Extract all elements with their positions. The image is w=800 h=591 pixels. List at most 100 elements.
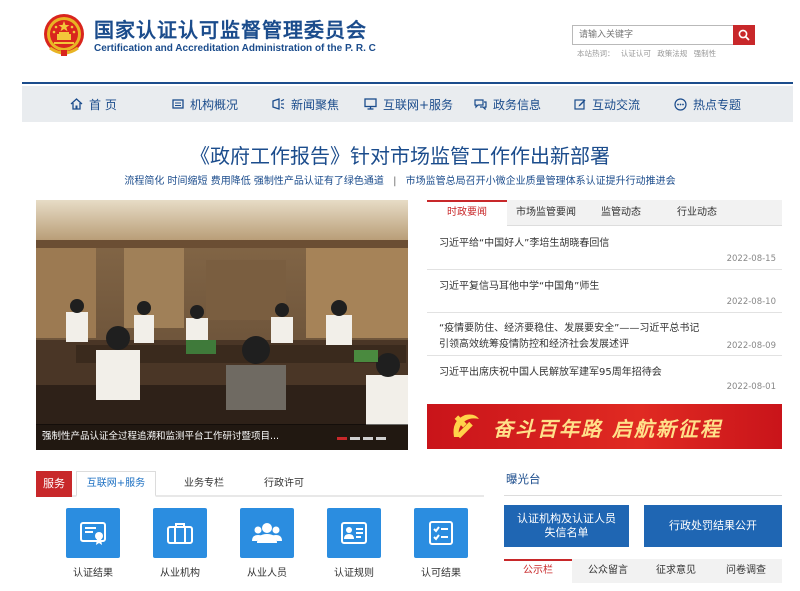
nav-item-label: 互动交流 xyxy=(592,97,641,112)
button-label-line1: 认证机构及认证人员 xyxy=(517,511,616,525)
tab-market-regulation[interactable]: 市场监管要闻 xyxy=(507,200,585,226)
monitor-icon xyxy=(364,98,377,110)
search-box xyxy=(572,25,755,45)
nav-item-label: 互联网+服务 xyxy=(383,97,454,112)
nav-item-news[interactable]: 新闻聚焦 xyxy=(272,86,339,122)
certificate-icon xyxy=(80,522,106,545)
news-list-item[interactable]: 习近平给“中国好人”李培生胡晓春回信 2022-08-15 xyxy=(427,227,782,270)
headline-link[interactable]: 《政府工作报告》针对市场监管工作作出新部署 xyxy=(0,140,800,169)
hot-words: 本站热词： 认证认可 政策法规 强制性 xyxy=(577,48,716,59)
penalty-disclosure-button[interactable]: 行政处罚结果公开 xyxy=(644,505,782,547)
service-certification-results[interactable] xyxy=(66,508,120,558)
nav-item-label: 机构概况 xyxy=(190,97,239,112)
checklist-icon xyxy=(429,521,453,545)
news-list-item[interactable]: “疫情要防住、经济要稳住、发展要安全”——习近平总书记 引领高效统筹疫情防控和经… xyxy=(427,313,782,356)
banner-text: 奋斗百年路 启航新征程 xyxy=(493,417,722,441)
nav-item-label: 热点专题 xyxy=(693,97,742,112)
service-label[interactable]: 从业机构 xyxy=(140,564,220,579)
tab-business-column[interactable]: 业务专栏 xyxy=(164,471,244,497)
party-banner[interactable]: 奋斗百年路 启航新征程 xyxy=(427,404,782,449)
sub-headline-link[interactable]: 市场监管总局召开小微企业质量管理体系认证提升行动推进会 xyxy=(406,176,676,187)
news-title[interactable]: 习近平复信马耳他中学“中国角”师生 xyxy=(439,277,599,292)
nav-item-interaction[interactable]: 互动交流 xyxy=(574,86,640,122)
hot-word-link[interactable]: 认证认可 xyxy=(621,49,651,58)
site-title-english: Certification and Accreditation Administ… xyxy=(94,43,376,54)
search-button[interactable] xyxy=(733,25,755,45)
nav-item-organization[interactable]: 机构概况 xyxy=(172,86,238,122)
news-panel: 时政要闻 市场监管要闻 监管动态 行业动态 习近平给“中国好人”李培生胡晓春回信… xyxy=(427,200,782,396)
service-practitioners[interactable] xyxy=(240,508,294,558)
news-list-item[interactable]: 习近平复信马耳他中学“中国角”师生 2022-08-10 xyxy=(427,270,782,313)
hot-word-link[interactable]: 政策法规 xyxy=(657,49,687,58)
carousel-dot[interactable] xyxy=(350,437,360,440)
carousel-indicators xyxy=(337,437,386,440)
tab-regulatory-updates[interactable]: 监管动态 xyxy=(585,200,657,226)
site-header: 国家认证认可监督管理委员会 Certification and Accredit… xyxy=(0,0,800,84)
button-label-line2: 失信名单 xyxy=(544,526,589,539)
people-icon xyxy=(252,523,282,543)
briefcase-icon xyxy=(167,523,193,544)
news-title[interactable]: 习近平给“中国好人”李培生胡晓春回信 xyxy=(439,234,609,249)
news-title-line2[interactable]: 引领高效统筹疫情防控和经济社会发展述评 xyxy=(439,335,629,350)
tab-online-services[interactable]: 互联网+服务 xyxy=(76,471,156,497)
service-label[interactable]: 从业人员 xyxy=(227,564,307,579)
news-date: 2022-08-01 xyxy=(726,382,776,392)
header-divider xyxy=(22,82,793,84)
service-label[interactable]: 认可结果 xyxy=(401,564,481,579)
tab-administrative-licensing[interactable]: 行政许可 xyxy=(244,471,324,497)
carousel-dot[interactable] xyxy=(337,437,347,440)
nav-item-government-info[interactable]: 政务信息 xyxy=(474,86,541,122)
nav-item-label: 政务信息 xyxy=(493,97,542,112)
news-date: 2022-08-10 xyxy=(726,297,776,307)
services-label: 服务 xyxy=(36,471,72,497)
news-list-item[interactable]: 习近平出席庆祝中国人民解放军建军95周年招待会 2022-08-01 xyxy=(427,356,782,396)
tab-questionnaire[interactable]: 问卷调查 xyxy=(710,559,782,583)
sub-headline-link[interactable]: 流程简化 时间缩短 费用降低 强制性产品认证有了绿色通道 xyxy=(124,176,384,187)
tab-public-messages[interactable]: 公众留言 xyxy=(574,559,642,583)
nav-item-label: 新闻聚焦 xyxy=(291,97,340,112)
more-icon xyxy=(674,97,687,111)
tab-industry-updates[interactable]: 行业动态 xyxy=(657,200,737,226)
service-label[interactable]: 认证结果 xyxy=(53,564,133,579)
sub-headlines: 流程简化 时间缩短 费用降低 强制性产品认证有了绿色通道 | 市场监管总局召开小… xyxy=(0,172,800,187)
chat-icon xyxy=(474,99,487,110)
news-photo-carousel[interactable]: 强制性产品认证全过程追溯和监测平台工作研讨暨项目... xyxy=(36,200,408,450)
exposure-title: 曝光台 xyxy=(506,472,541,486)
nav-item-topics[interactable]: 热点专题 xyxy=(674,86,741,122)
service-accreditation-results[interactable] xyxy=(414,508,468,558)
service-label[interactable]: 认证规则 xyxy=(314,564,394,579)
edit-icon xyxy=(574,99,586,110)
hot-words-label: 本站热词： xyxy=(577,49,615,58)
hot-word-link[interactable]: 强制性 xyxy=(694,49,717,58)
tab-bulletin[interactable]: 公示栏 xyxy=(504,559,572,583)
tab-solicit-opinions[interactable]: 征求意见 xyxy=(642,559,710,583)
service-institutions[interactable] xyxy=(153,508,207,558)
id-card-icon xyxy=(341,522,367,544)
dishonest-list-button[interactable]: 认证机构及认证人员 失信名单 xyxy=(504,505,629,547)
search-input[interactable] xyxy=(573,26,733,44)
news-icon xyxy=(272,98,285,110)
news-title[interactable]: 习近平出席庆祝中国人民解放军建军95周年招待会 xyxy=(439,363,662,378)
page: 国家认证认可监督管理委员会 Certification and Accredit… xyxy=(0,0,800,591)
carousel-dot[interactable] xyxy=(376,437,386,440)
building-icon xyxy=(172,99,184,109)
nav-item-home[interactable]: 首 页 xyxy=(70,86,117,122)
services-header: 服务 互联网+服务 业务专栏 行政许可 xyxy=(36,471,484,497)
exposure-divider xyxy=(504,495,782,496)
nav-item-label: 首 页 xyxy=(89,97,117,112)
news-tabs: 时政要闻 市场监管要闻 监管动态 行业动态 xyxy=(427,200,782,226)
home-icon xyxy=(70,98,83,110)
carousel-dot[interactable] xyxy=(363,437,373,440)
service-certification-rules[interactable] xyxy=(327,508,381,558)
national-emblem-icon xyxy=(42,12,86,58)
news-title[interactable]: “疫情要防住、经济要稳住、发展要安全”——习近平总书记 xyxy=(439,319,699,334)
hammer-sickle-icon xyxy=(453,414,479,439)
site-title: 国家认证认可监督管理委员会 xyxy=(94,18,367,42)
news-date: 2022-08-15 xyxy=(726,254,776,264)
button-label: 行政处罚结果公开 xyxy=(669,518,757,532)
search-icon xyxy=(738,29,750,41)
nav-item-online-services[interactable]: 互联网+服务 xyxy=(364,86,453,122)
tab-current-affairs[interactable]: 时政要闻 xyxy=(427,200,507,226)
meeting-photo xyxy=(36,200,408,450)
news-date: 2022-08-09 xyxy=(726,341,776,351)
